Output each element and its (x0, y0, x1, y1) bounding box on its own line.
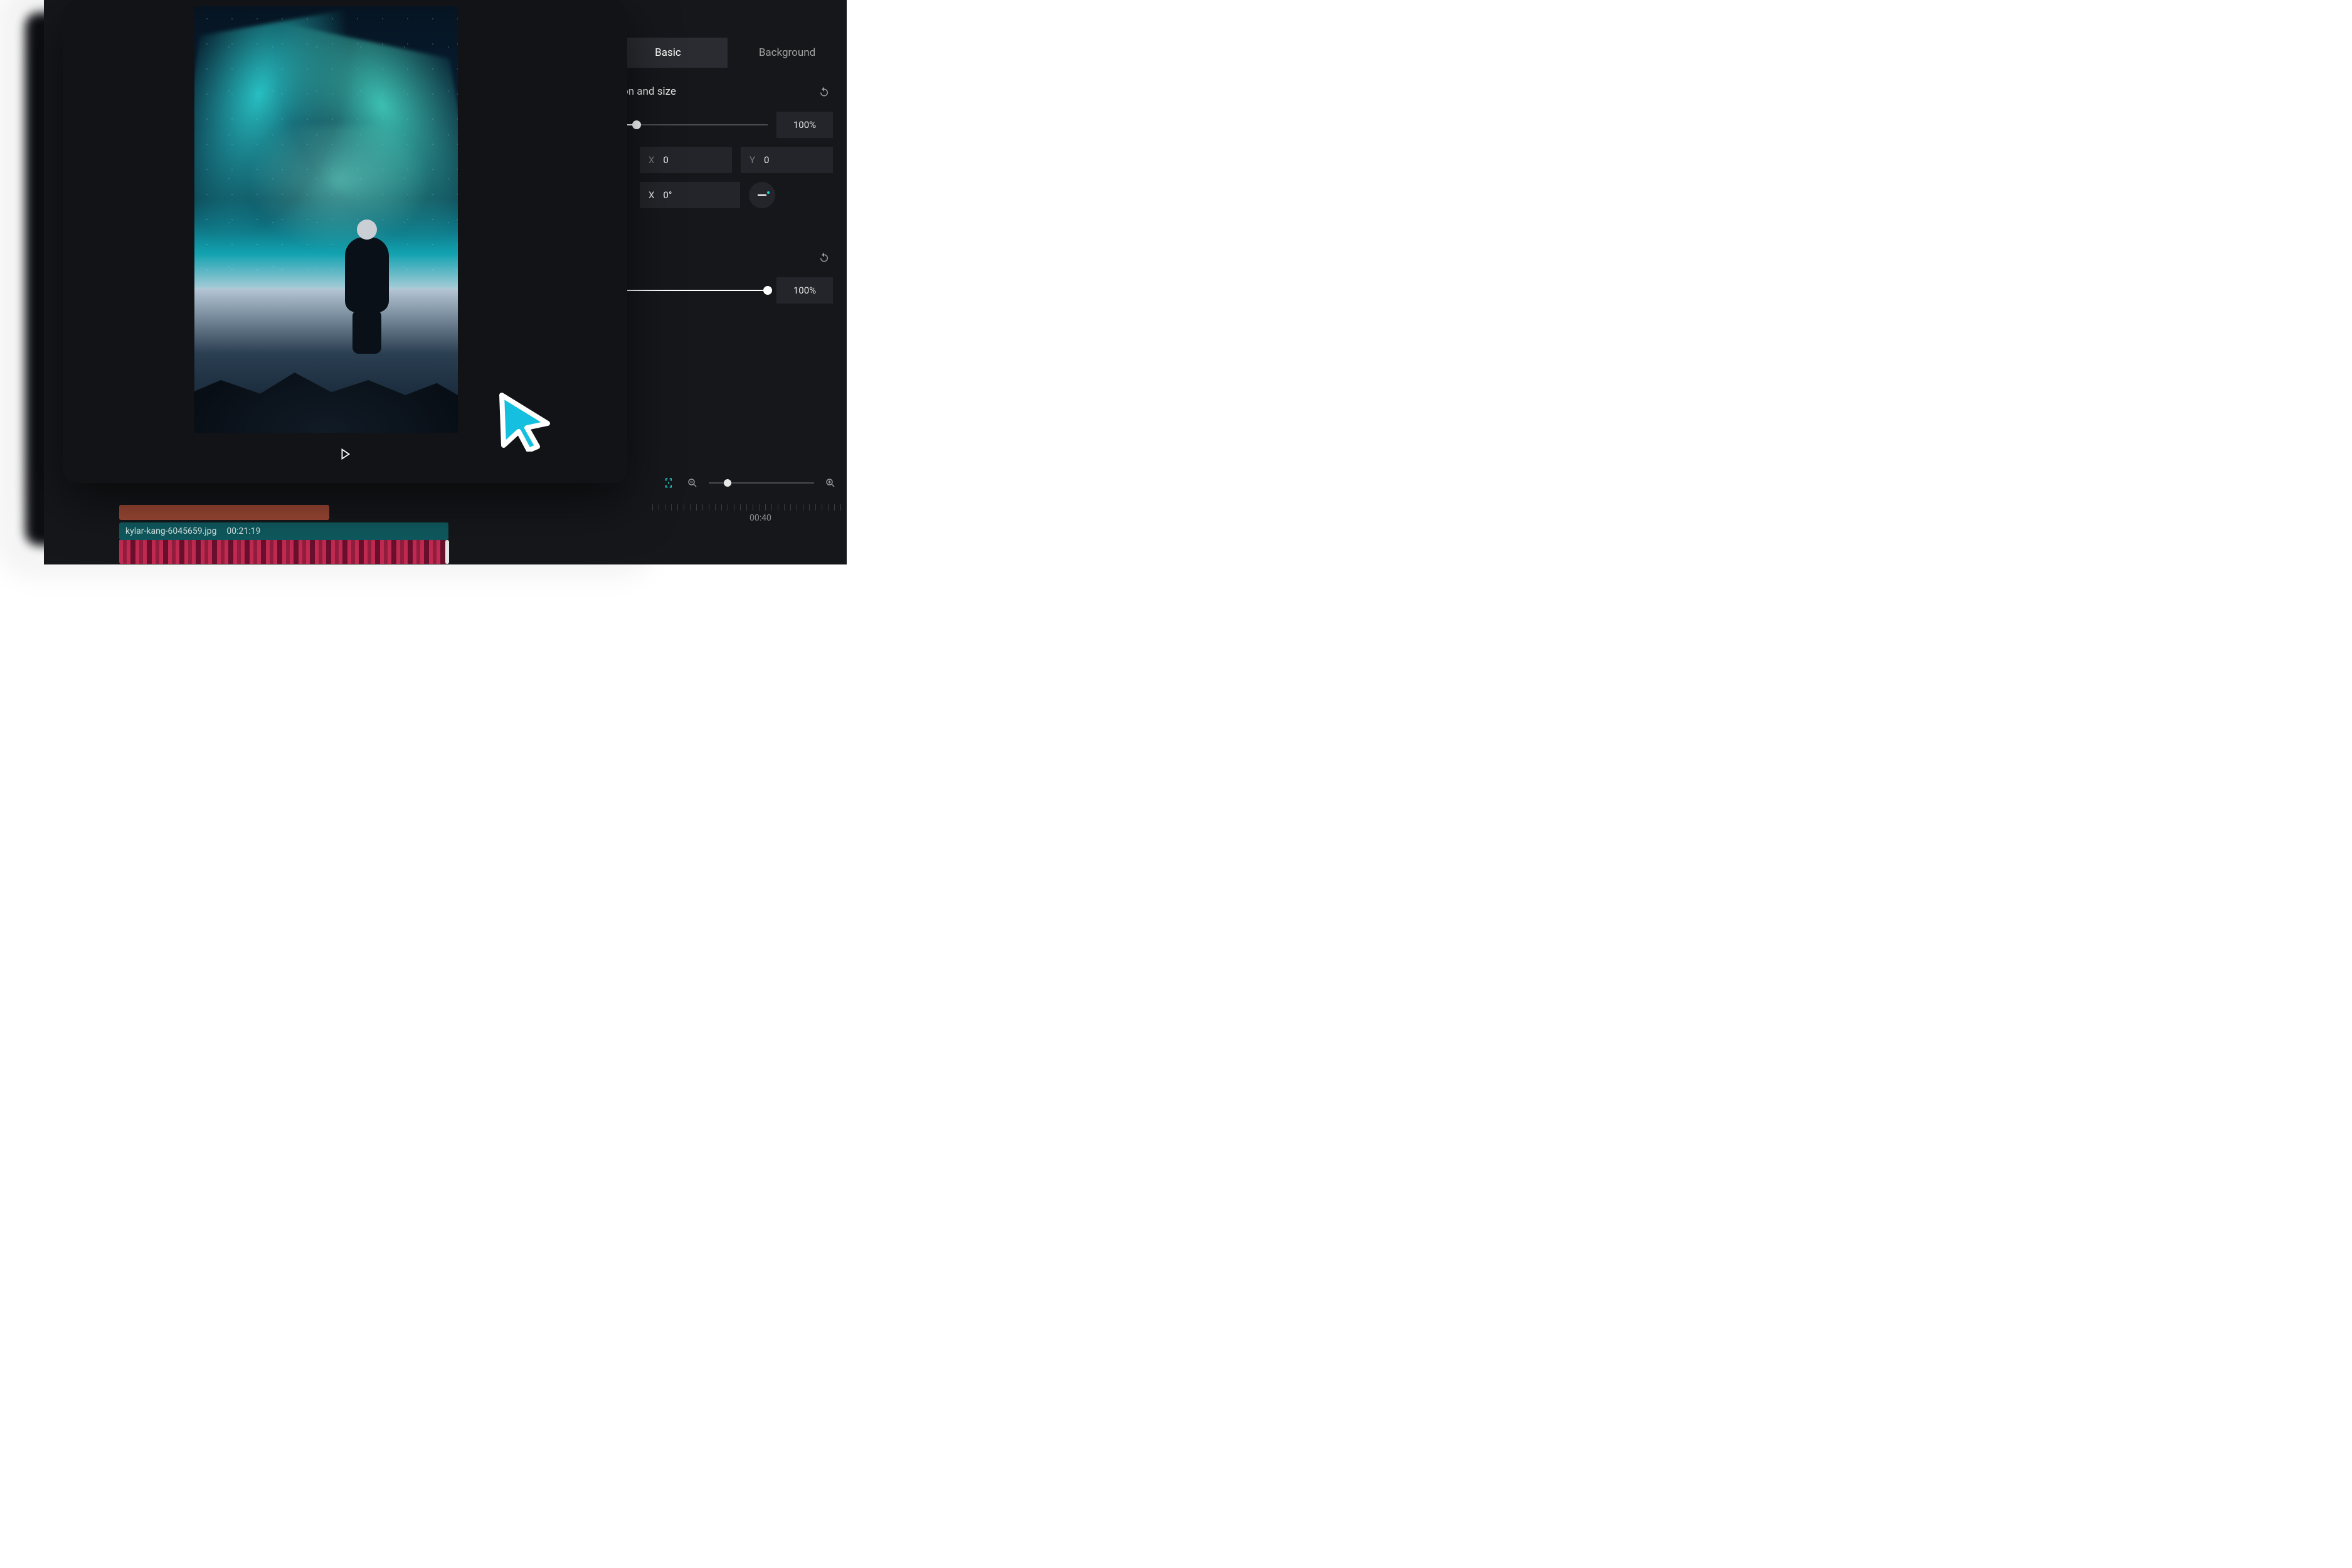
timeline-tracks: kylar-kang-6045659.jpg 00:21:19 (119, 505, 847, 564)
tab-background[interactable]: Background (728, 38, 847, 68)
zoom-out-button[interactable] (685, 475, 700, 490)
rotation-field[interactable]: X 0° (640, 182, 740, 208)
play-icon (338, 447, 352, 461)
reset-icon (818, 86, 830, 97)
section-position-size: on and size 100% X 0 (608, 68, 847, 221)
section-title-position-size: on and size (622, 85, 676, 98)
rotation-dial[interactable] (749, 182, 775, 208)
section-opacity: . 100% (608, 221, 847, 316)
position-y-value: 0 (764, 154, 769, 166)
reset-opacity-button[interactable] (815, 248, 833, 266)
clip-duration: 00:21:19 (226, 526, 260, 536)
opacity-slider[interactable] (622, 283, 768, 298)
timeline-zoom-bar (652, 470, 847, 495)
position-row: X 0 Y 0 (622, 147, 833, 173)
rotation-x-label: X (649, 189, 654, 201)
reset-position-size-button[interactable] (815, 83, 833, 100)
preview-canvas[interactable] (194, 6, 458, 433)
waveform-graphic (119, 540, 448, 564)
track-audio-clip[interactable] (119, 505, 329, 520)
cut-tool-icon[interactable] (661, 475, 676, 490)
rotation-row: X 0° (622, 182, 833, 208)
track-video-clip[interactable]: kylar-kang-6045659.jpg 00:21:19 (119, 522, 448, 540)
scale-slider[interactable] (622, 117, 768, 132)
preview-window (63, 0, 627, 483)
zoom-in-button[interactable] (823, 475, 838, 490)
scale-value[interactable]: 100% (776, 112, 833, 138)
track-waveform[interactable] (119, 540, 448, 564)
panel-tabs: Basic Background (608, 38, 847, 68)
play-button[interactable] (332, 442, 358, 467)
zoom-slider[interactable] (709, 475, 814, 490)
opacity-row: 100% (622, 277, 833, 304)
properties-panel: Basic Background on and size 100% (608, 38, 847, 483)
position-x-label: X (649, 154, 654, 166)
position-y-label: Y (750, 154, 755, 166)
scale-row: 100% (622, 112, 833, 138)
opacity-value[interactable]: 100% (776, 277, 833, 304)
canvas-person (339, 220, 395, 358)
cursor-pointer-icon (492, 389, 555, 452)
reset-icon (818, 252, 830, 263)
position-y-field[interactable]: Y 0 (741, 147, 833, 173)
position-x-value: 0 (663, 154, 668, 166)
position-x-field[interactable]: X 0 (640, 147, 732, 173)
clip-trim-handle[interactable] (445, 540, 449, 564)
rotation-value: 0° (663, 189, 672, 201)
clip-filename: kylar-kang-6045659.jpg (125, 526, 216, 536)
